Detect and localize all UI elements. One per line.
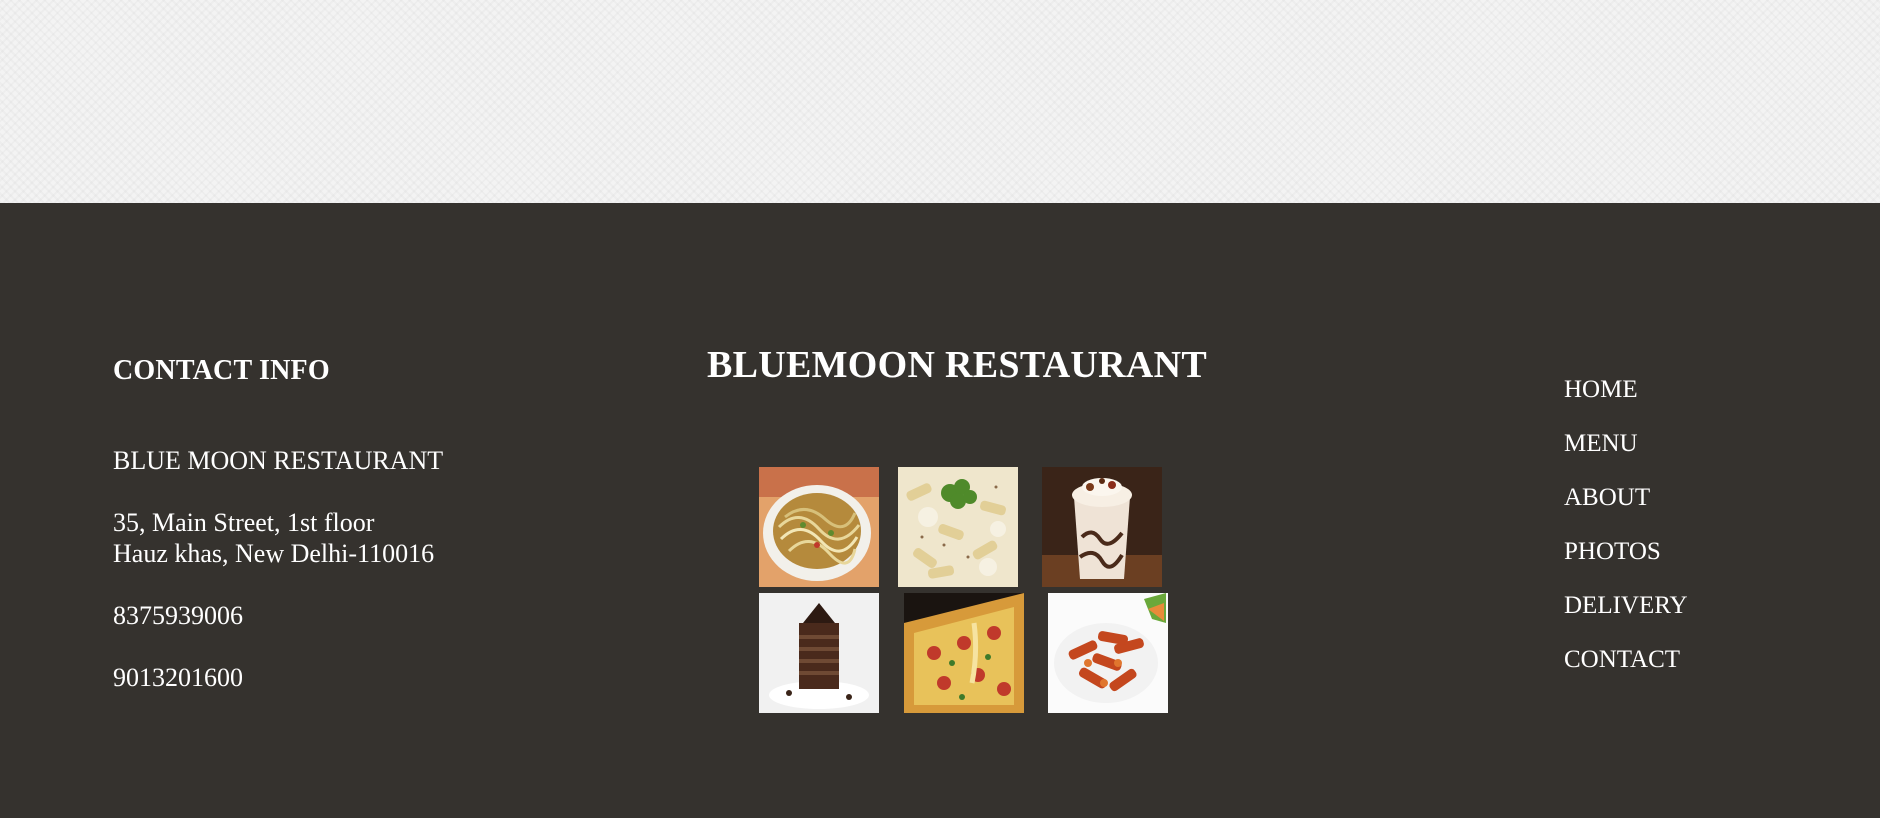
address-line-1: 35, Main Street, 1st floor — [113, 508, 375, 537]
footer-nav: HOME MENU ABOUT PHOTOS DELIVERY CONTACT — [1564, 363, 1688, 687]
site-footer: CONTACT INFO BLUE MOON RESTAURANT 35, Ma… — [0, 203, 1880, 818]
phone-number-1: 8375939006 — [113, 601, 243, 630]
nav-link-contact[interactable]: CONTACT — [1564, 633, 1688, 687]
restaurant-name: BLUE MOON RESTAURANT — [113, 446, 444, 475]
red-sauce-pasta-photo[interactable] — [1048, 593, 1168, 713]
nav-link-menu[interactable]: MENU — [1564, 417, 1688, 471]
phone-number-2: 9013201600 — [113, 663, 243, 692]
address-line-2: Hauz khas, New Delhi-110016 — [113, 539, 435, 568]
brand-gallery-section: BLUEMOON RESTAURANT — [680, 343, 1280, 387]
noodles-photo[interactable] — [759, 467, 879, 587]
nav-link-photos[interactable]: PHOTOS — [1564, 525, 1688, 579]
nav-link-home[interactable]: HOME — [1564, 363, 1688, 417]
contact-info-section: CONTACT INFO BLUE MOON RESTAURANT 35, Ma… — [113, 355, 593, 693]
brand-title: BLUEMOON RESTAURANT — [706, 344, 1208, 386]
page-background-band — [0, 0, 1880, 203]
milkshake-photo[interactable] — [1042, 467, 1162, 587]
chocolate-cake-photo[interactable] — [759, 593, 879, 713]
pizza-photo[interactable] — [904, 593, 1024, 713]
contact-info-heading: CONTACT INFO — [113, 355, 330, 386]
nav-link-delivery[interactable]: DELIVERY — [1564, 579, 1688, 633]
nav-link-about[interactable]: ABOUT — [1564, 471, 1688, 525]
white-sauce-pasta-photo[interactable] — [898, 467, 1018, 587]
